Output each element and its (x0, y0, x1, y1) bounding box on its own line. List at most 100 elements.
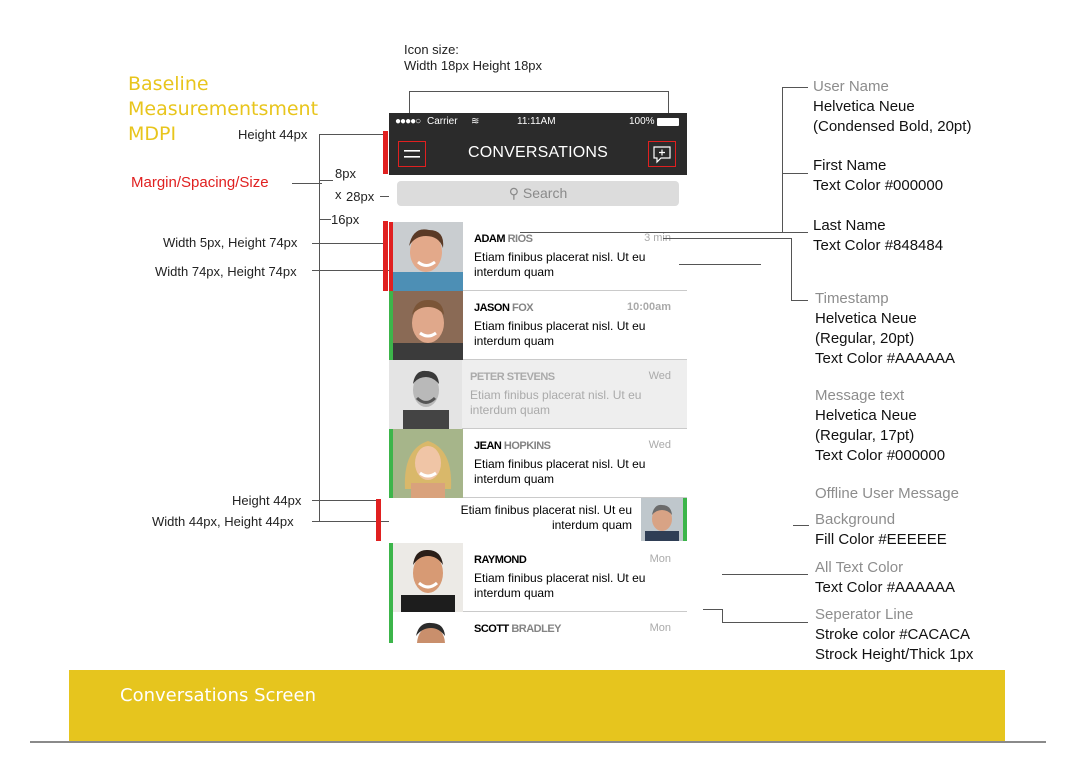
guide-16 (319, 219, 331, 220)
icon-bracket-top (409, 91, 668, 92)
search-placeholder-text: Search (522, 185, 568, 201)
sent-message-row[interactable]: Etiam finibus placerat nisl. Ut eu inter… (389, 498, 687, 543)
first-name: RAYMOND (474, 554, 527, 566)
timestamp: Mon (649, 553, 671, 565)
avatar (393, 291, 463, 360)
red-mark-sent (376, 499, 381, 541)
timestamp: 10:00am (626, 301, 671, 313)
signal-icon: ●●●●○ (395, 116, 421, 127)
contact-name: RAYMOND (474, 554, 527, 566)
status-time: 11:11AM (517, 116, 556, 127)
guide-offline (793, 525, 809, 526)
sender-avatar (641, 498, 683, 541)
search-icon: ⚲ (508, 185, 519, 201)
spec-line: Fill Color #EEEEEE (815, 531, 947, 548)
guide-separator-b (722, 609, 723, 623)
guide-sent-height (312, 500, 378, 501)
spec-heading: Seperator Line (815, 606, 914, 623)
avatar (393, 222, 463, 291)
carrier-label: Carrier (427, 116, 458, 127)
conversation-row[interactable]: SCOTT BRADLEY Mon (389, 612, 687, 643)
footer-rule (30, 741, 1046, 743)
guide-all-text (722, 574, 808, 575)
spec-first-name: First Name Text Color #000000 (813, 156, 943, 196)
message-preview: Etiam finibus placerat nisl. Ut eu inter… (474, 319, 646, 348)
red-mark-header (383, 131, 388, 174)
search-input[interactable]: ⚲ Search (397, 181, 679, 206)
left-guide-line (319, 134, 320, 521)
spec-heading: Background (815, 511, 896, 528)
spec-heading: Offline User Message (815, 485, 959, 502)
first-name: PETER (470, 371, 505, 383)
icon-size-label: Icon size: (404, 42, 459, 57)
spec-heading: Timestamp (815, 290, 889, 307)
guide-timestamp-end (791, 300, 808, 301)
spec-heading: Last Name (813, 217, 886, 234)
spec-line: Helvetica Neue (815, 407, 917, 424)
spec-line: (Regular, 17pt) (815, 427, 915, 444)
guide-avatar (312, 270, 392, 271)
footer-title: Conversations Screen (120, 685, 316, 706)
guide-header (319, 134, 385, 135)
avatar (393, 612, 463, 643)
conversation-row-offline[interactable]: PETER STEVENS Wed Etiam finibus placerat… (389, 360, 687, 429)
spec-message-text: Message text Helvetica Neue (Regular, 17… (815, 386, 945, 466)
sent-message-text: Etiam finibus placerat nisl. Ut eu inter… (460, 503, 632, 532)
header-height-label: Height 44px (238, 127, 308, 142)
search-placeholder: ⚲ Search (397, 185, 679, 202)
spec-offline-message: Offline User Message (815, 484, 959, 504)
guide-separator-a (703, 609, 723, 610)
page-title: CONVERSATIONS (467, 144, 609, 161)
spec-line: Text Color #AAAAAA (815, 350, 956, 367)
status-bar: ●●●●○ Carrier ≋ 11:11AM 100% (389, 113, 687, 131)
last-name: RIOS (507, 233, 533, 245)
conversation-row[interactable]: RAYMOND Mon Etiam finibus placerat nisl.… (389, 543, 687, 612)
wifi-icon: ≋ (471, 116, 480, 127)
message-preview: Etiam finibus placerat nisl. Ut eu inter… (474, 571, 646, 600)
last-name: STEVENS (506, 371, 555, 383)
spec-line: Text Color #000000 (813, 177, 944, 194)
guide-user-name (782, 87, 808, 88)
icon-bracket-left (409, 91, 410, 113)
compose-icon (653, 146, 671, 164)
guide-bar (312, 243, 385, 244)
spacing-8-label: 8px (335, 166, 356, 181)
first-name: ADAM (474, 233, 506, 245)
avatar (389, 360, 462, 429)
message-preview: Etiam finibus placerat nisl. Ut eu inter… (474, 250, 646, 279)
nav-bar: CONVERSATIONS (389, 131, 687, 175)
contact-name: PETER STEVENS (470, 371, 555, 383)
spec-separator-line: Seperator Line Stroke color #CACACA Stro… (815, 605, 973, 665)
spec-heading: First Name (813, 157, 887, 174)
red-mark-bar (383, 221, 388, 291)
spec-line: Stroke color #CACACA (815, 626, 971, 643)
guide-timestamp-h (663, 238, 791, 239)
spec-line: Strock Height/Thick 1px (815, 646, 974, 663)
footer-banner: Conversations Screen (69, 670, 1005, 741)
conversation-row[interactable]: JASON FOX 10:00am Etiam finibus placerat… (389, 291, 687, 360)
margin-spacing-title: Margin/Spacing/Size (131, 174, 269, 191)
spec-timestamp: Timestamp Helvetica Neue (Regular, 20pt)… (815, 289, 955, 369)
guide-user-name-vertical (782, 87, 783, 232)
spacing-16-label: 16px (331, 212, 360, 227)
icon-bracket-right (668, 91, 669, 113)
battery-icon (657, 118, 679, 126)
conversation-row[interactable]: JEAN HOPKINS Wed Etiam finibus placerat … (389, 429, 687, 498)
sent-status-bar (683, 498, 687, 541)
first-name: SCOTT (474, 623, 509, 635)
contact-name: JASON FOX (474, 302, 534, 314)
last-name: HOPKINS (503, 440, 551, 452)
guide-separator-c (722, 622, 808, 623)
compose-button[interactable] (648, 141, 676, 167)
battery-level: 100% (629, 116, 655, 127)
spec-heading: Message text (815, 387, 905, 404)
title-line-1: Baseline (128, 73, 209, 95)
last-name: BRADLEY (511, 623, 562, 635)
timestamp: Wed (648, 439, 671, 451)
spec-line: Text Color #000000 (815, 447, 946, 464)
spacing-28-label: 28px (346, 189, 375, 204)
spec-user-name: User Name Helvetica Neue (Condensed Bold… (813, 77, 971, 137)
contact-name: ADAM RIOS (474, 233, 533, 245)
contact-name: JEAN HOPKINS (474, 440, 551, 452)
guide-timestamp-v (791, 238, 792, 301)
